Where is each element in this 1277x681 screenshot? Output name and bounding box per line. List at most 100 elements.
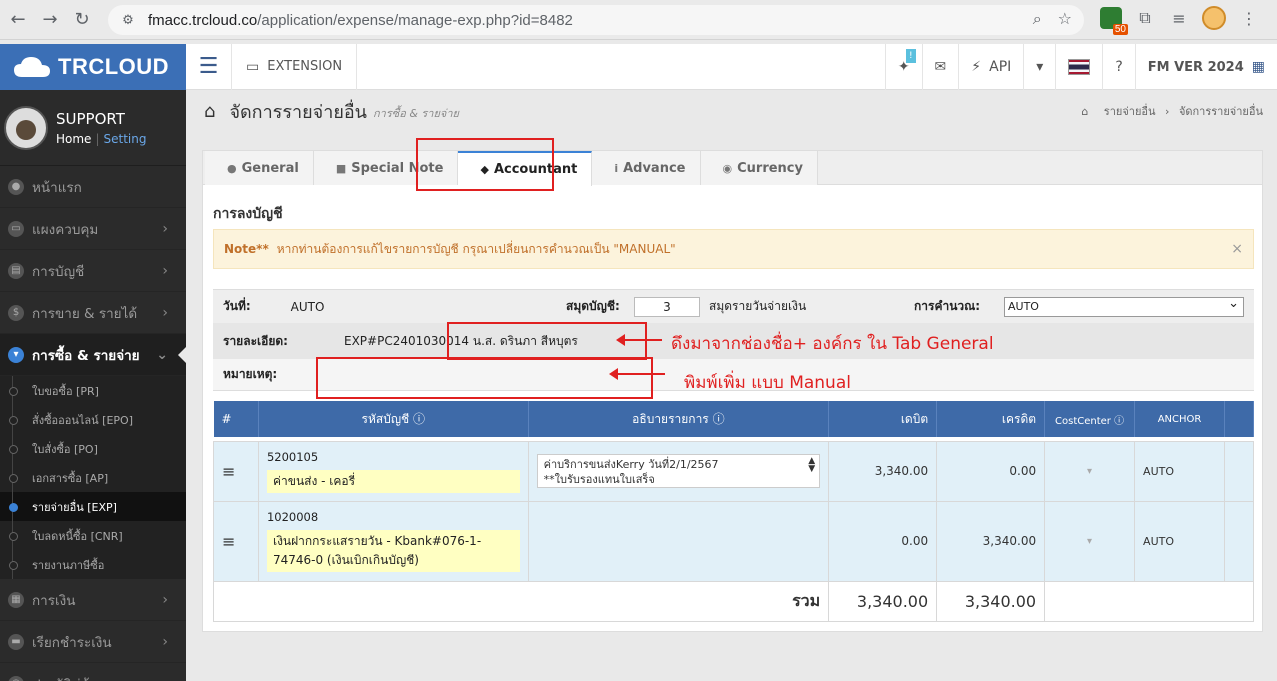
chevron-right-icon: › — [162, 591, 168, 608]
note-alert: Note** หากท่านต้องการแก้ไขรายการบัญชี กร… — [213, 229, 1254, 269]
dollar-icon: $ — [8, 304, 24, 321]
anchor-value: AUTO — [1134, 440, 1225, 502]
submenu-exp[interactable]: รายจ่ายอื่น [EXP] — [0, 492, 186, 521]
menu-dots-icon[interactable]: ⋮ — [1238, 7, 1260, 29]
user-name: SUPPORT — [56, 109, 125, 128]
submenu-pr[interactable]: ใบขอซื้อ [PR] — [0, 376, 186, 405]
chevron-down-icon: ⌄ — [156, 346, 168, 363]
api-link[interactable]: ⚡ API — [958, 44, 1023, 90]
table-row: ≡ 1020008 เงินฝากกระแสรายวัน - Kbank#076… — [213, 500, 1255, 582]
col-account-code: รหัสบัญชี ⓘ — [258, 401, 529, 437]
menu-item-sales[interactable]: $ การขาย & รายได้ › — [0, 292, 186, 334]
page-title: จัดการรายจ่ายอื่น — [229, 101, 367, 123]
setting-link[interactable]: Setting — [103, 132, 146, 146]
col-credit: เครดิต — [936, 401, 1046, 437]
total-credit: 3,340.00 — [936, 580, 1046, 622]
breadcrumb-current: จัดการรายจ่ายอื่น — [1178, 105, 1263, 118]
annotation-arrow — [609, 368, 665, 380]
info-icon: i — [614, 161, 619, 175]
breadcrumb-expense[interactable]: รายจ่ายอื่น — [1104, 105, 1156, 118]
site-info-icon[interactable]: ⚙ — [120, 12, 136, 28]
book-input[interactable]: 3 — [634, 296, 700, 317]
bookmark-star-icon[interactable]: ☆ — [1058, 9, 1072, 29]
tab-advance[interactable]: i Advance — [592, 151, 701, 185]
submenu-purchase-tax[interactable]: รายงานภาษีซื้อ — [0, 550, 186, 579]
note-text: หากท่านต้องการแก้ไขรายการบัญชี กรุณาเปลี… — [276, 241, 676, 256]
account-code: 5200105 — [266, 449, 319, 464]
calc-select[interactable]: AUTO — [1004, 295, 1244, 317]
mail-icon[interactable]: ✉ — [921, 44, 959, 90]
description-textarea[interactable] — [537, 524, 821, 558]
journal-table: # รหัสบัญชี ⓘ อธิบายรายการ ⓘ เดบิต เครดิ… — [212, 401, 1255, 622]
close-icon[interactable]: × — [1231, 241, 1243, 257]
header-row: วันที่: AUTO สมุดบัญชี: 3 สมุดรายวันจ่าย… — [213, 289, 1254, 323]
total-row: รวม 3,340.00 3,340.00 — [212, 580, 1254, 622]
account-code: 1020008 — [266, 510, 319, 524]
info-icon[interactable]: ⓘ — [1114, 416, 1124, 427]
home-menu-icon: ● — [8, 178, 24, 195]
account-name[interactable]: ค่าขนส่ง - เคอรี่ — [266, 469, 520, 493]
credit-value: 0.00 — [936, 440, 1046, 502]
logo[interactable]: TRCLOUD — [0, 44, 186, 90]
drag-handle-icon[interactable]: ≡ — [213, 500, 259, 582]
account-name[interactable]: เงินฝากกระแสรายวัน - Kbank#076-1-74746-0… — [266, 530, 520, 572]
col-anchor: ANCHOR — [1134, 401, 1225, 437]
submenu-po[interactable]: ใบสั่งซื้อ [PO] — [0, 434, 186, 463]
submenu-ap[interactable]: เอกสารซื้อ [AP] — [0, 463, 186, 492]
costcenter-select[interactable]: ▾ — [1044, 440, 1136, 502]
menu-item-home[interactable]: ● หน้าแรก — [0, 166, 186, 208]
forward-icon[interactable]: → — [36, 6, 64, 34]
sidebar: TRCLOUD SUPPORT Home | Setting ● หน้าแรก ▭ แ… — [0, 44, 186, 681]
user-icon: ● — [227, 161, 237, 175]
book-name: สมุดรายวันจ่ายเงิน — [709, 299, 807, 313]
menu-item-accounting[interactable]: ▤ การบัญชี › — [0, 250, 186, 292]
submenu-cnr[interactable]: ใบลดหนี้ซื้อ [CNR] — [0, 521, 186, 550]
breadcrumb-home-icon[interactable]: ⌂ — [1081, 105, 1088, 118]
menu-item-dashboard[interactable]: ▭ แผงควบคุม › — [0, 208, 186, 250]
globe-icon: ◉ — [722, 161, 733, 175]
address-bar[interactable]: ⚙ fmacc.trcloud.co/application/expense/m… — [108, 5, 1084, 35]
menu-item-finance[interactable]: ▦ การเงิน › — [0, 579, 186, 621]
drag-handle-icon[interactable]: ≡ — [213, 440, 259, 502]
extension-link[interactable]: ▭ EXTENSION — [232, 43, 358, 90]
zoom-icon[interactable]: ⌕ — [1033, 9, 1042, 29]
help-icon[interactable]: ? — [1102, 44, 1134, 90]
costcenter-select[interactable]: ▾ — [1044, 500, 1136, 582]
home-icon: ⌂ — [204, 100, 216, 122]
hamburger-icon[interactable]: ☰ — [186, 43, 232, 90]
monitor-icon: ▭ — [8, 220, 24, 237]
url-text: fmacc.trcloud.co/application/expense/man… — [148, 11, 573, 29]
back-icon[interactable]: ← — [4, 6, 32, 34]
menu-item-purchase[interactable]: ▾ การซื้อ & รายจ่าย ⌄ — [0, 334, 186, 376]
notification-icon[interactable]: ✦! — [884, 44, 922, 90]
calculator-icon: ▦ — [1251, 59, 1265, 75]
spinner-icon[interactable]: ▲ ▼ — [808, 457, 815, 474]
language-flag[interactable] — [1055, 44, 1102, 90]
debit-value: 3,340.00 — [828, 440, 938, 502]
media-icon[interactable]: ≡ — [1168, 7, 1190, 29]
menu-item-billing[interactable]: ▬ เรียกชำระเงิน › — [0, 621, 186, 663]
tab-currency[interactable]: ◉ Currency — [700, 151, 818, 185]
puzzle-icon[interactable]: ⧉ — [1134, 7, 1156, 29]
monitor-icon: ▭ — [246, 58, 260, 75]
history-icon: ◷ — [8, 675, 24, 681]
submenu-epo[interactable]: สั่งซื้อออนไลน์ [EPO] — [0, 405, 186, 434]
version-label[interactable]: FM VER 2024 ▦ — [1134, 44, 1277, 90]
home-link[interactable]: Home — [56, 132, 91, 146]
col-empty — [1224, 401, 1255, 437]
reload-icon[interactable]: ↻ — [68, 6, 96, 34]
description-textarea[interactable]: ค่าบริการขนส่งKerry วันที่2/1/2567 **ใบร… — [536, 454, 821, 488]
menu-item-partner-history[interactable]: ◷ประวัติคู่ค้า — [0, 663, 186, 681]
tab-general[interactable]: ● General — [205, 151, 314, 185]
info-icon[interactable]: ⓘ — [713, 412, 725, 426]
chevron-right-icon: › — [162, 304, 168, 321]
extension-icon[interactable]: 50 — [1100, 7, 1128, 35]
profile-avatar[interactable] — [1202, 6, 1226, 30]
col-costcenter: CostCenter ⓘ — [1044, 401, 1136, 437]
annotation-arrow — [616, 334, 662, 346]
caret-down-icon[interactable]: ▾ — [1023, 44, 1055, 90]
info-icon[interactable]: ⓘ — [413, 412, 425, 426]
total-debit: 3,340.00 — [828, 580, 938, 622]
tab-bar: ● General ■ Special Note ◆ Accountant i Adva… — [203, 151, 1262, 186]
plug-icon: ⚡ — [971, 59, 982, 75]
